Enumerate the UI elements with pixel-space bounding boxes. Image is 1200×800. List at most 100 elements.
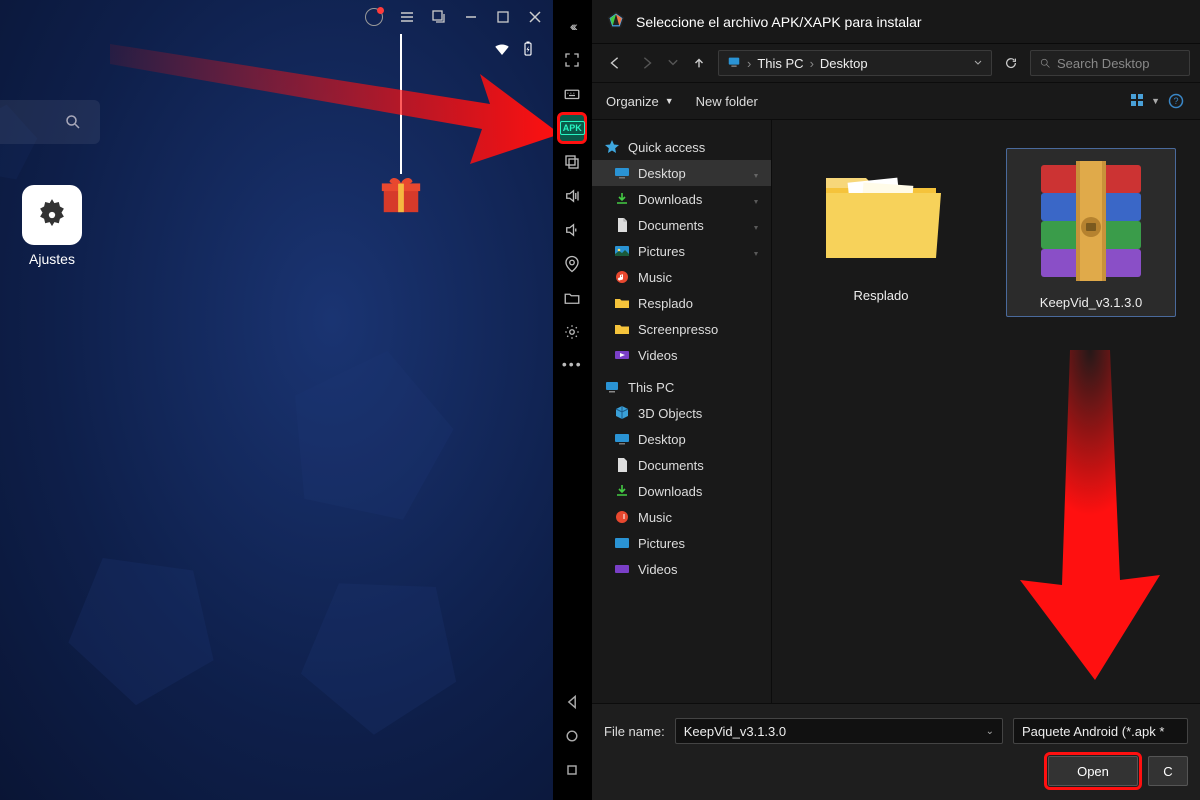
tree-quick-access[interactable]: Quick access	[592, 134, 771, 160]
document-icon	[614, 457, 630, 473]
svg-text:?: ?	[1173, 96, 1178, 106]
pin-icon	[751, 246, 761, 256]
music-icon	[614, 269, 630, 285]
breadcrumb-item[interactable]: Desktop	[820, 56, 868, 71]
emulator-pane: Ajustes	[0, 0, 553, 800]
file-archive[interactable]: KeepVid_v3.1.3.0	[1006, 148, 1176, 317]
search-input[interactable]: Search Desktop	[1030, 50, 1190, 76]
folder-icon	[614, 295, 630, 311]
screenshot-icon[interactable]	[431, 9, 447, 25]
emulator-titlebar	[355, 0, 553, 34]
multi-instance-button[interactable]	[557, 146, 587, 178]
gps-button[interactable]	[557, 248, 587, 280]
close-icon[interactable]	[527, 9, 543, 25]
pin-icon	[751, 194, 761, 204]
volume-up-button[interactable]	[557, 180, 587, 212]
tree-pictures[interactable]: Pictures	[592, 238, 771, 264]
organize-menu[interactable]: Organize▼	[606, 94, 674, 109]
tree-folder[interactable]: Resplado	[592, 290, 771, 316]
gift-hanger	[400, 34, 402, 174]
tree-documents2[interactable]: Documents	[592, 452, 771, 478]
back-button[interactable]	[564, 694, 580, 710]
filename-input[interactable]: KeepVid_v3.1.3.0⌄	[675, 718, 1003, 744]
collapse-panel-button[interactable]: ‹‹‹	[557, 10, 587, 42]
filename-label: File name:	[604, 724, 665, 739]
search-icon	[1039, 57, 1051, 69]
open-button[interactable]: Open	[1048, 756, 1138, 786]
video-icon	[614, 561, 630, 577]
battery-icon	[519, 40, 537, 58]
video-icon	[614, 347, 630, 363]
help-button[interactable]: ?	[1166, 91, 1186, 111]
dialog-titlebar: Seleccione el archivo APK/XAPK para inst…	[592, 0, 1200, 44]
nav-history-dropdown[interactable]	[666, 50, 680, 76]
breadcrumb-dropdown[interactable]	[973, 58, 983, 68]
file-list[interactable]: Resplado KeepVid_v3.1.3.0	[772, 120, 1200, 703]
tree-videos[interactable]: Videos	[592, 342, 771, 368]
tree-desktop2[interactable]: Desktop	[592, 426, 771, 452]
picture-icon	[614, 535, 630, 551]
app-label: Ajustes	[22, 251, 82, 267]
filetype-filter[interactable]: Paquete Android (*.apk *	[1013, 718, 1188, 744]
recents-button[interactable]	[564, 762, 580, 778]
download-icon	[614, 483, 630, 499]
tree-music2[interactable]: Music	[592, 504, 771, 530]
folder-thumb	[816, 148, 946, 278]
tree-videos2[interactable]: Videos	[592, 556, 771, 582]
home-button[interactable]	[564, 728, 580, 744]
emulator-settings-button[interactable]	[557, 316, 587, 348]
pin-icon	[751, 220, 761, 230]
nav-back-button[interactable]	[602, 50, 628, 76]
tree-desktop[interactable]: Desktop	[592, 160, 771, 186]
hamburger-icon[interactable]	[399, 9, 415, 25]
shared-folder-button[interactable]	[557, 282, 587, 314]
new-folder-button[interactable]: New folder	[696, 94, 758, 109]
pc-icon	[727, 55, 741, 72]
pc-icon	[604, 379, 620, 395]
tree-documents[interactable]: Documents	[592, 212, 771, 238]
nav-forward-button[interactable]	[634, 50, 660, 76]
dialog-navbar: › This PC › Desktop Search Desktop	[592, 44, 1200, 83]
settings-app[interactable]: Ajustes	[22, 185, 82, 267]
annotation-arrow	[1000, 350, 1180, 680]
desktop-icon	[614, 431, 630, 447]
breadcrumb-item[interactable]: This PC	[757, 56, 803, 71]
nav-up-button[interactable]	[686, 50, 712, 76]
tree-this-pc[interactable]: This PC	[592, 374, 771, 400]
desktop-icon	[614, 165, 630, 181]
tree-folder[interactable]: Screenpresso	[592, 316, 771, 342]
wallpaper-shape	[263, 323, 478, 541]
picture-icon	[614, 243, 630, 259]
gift-icon[interactable]	[378, 170, 424, 221]
android-statusbar	[493, 40, 537, 58]
tree-downloads2[interactable]: Downloads	[592, 478, 771, 504]
breadcrumb[interactable]: › This PC › Desktop	[718, 50, 992, 76]
file-open-dialog: Seleccione el archivo APK/XAPK para inst…	[592, 0, 1200, 800]
tree-pictures2[interactable]: Pictures	[592, 530, 771, 556]
refresh-button[interactable]	[998, 50, 1024, 76]
more-tools-button[interactable]: •••	[562, 356, 583, 372]
star-icon	[604, 139, 620, 155]
volume-down-button[interactable]	[557, 214, 587, 246]
keymap-button[interactable]	[557, 78, 587, 110]
maximize-icon[interactable]	[495, 9, 511, 25]
install-apk-button[interactable]: APK	[557, 112, 587, 144]
annotation-arrow	[110, 34, 553, 164]
tree-music[interactable]: Music	[592, 264, 771, 290]
pin-icon	[751, 168, 761, 178]
profile-icon[interactable]	[365, 8, 383, 26]
tree-3d-objects[interactable]: 3D Objects	[592, 400, 771, 426]
dialog-toolbar: Organize▼ New folder ▼ ?	[592, 83, 1200, 120]
view-options-button[interactable]	[1129, 92, 1145, 111]
cube-icon	[614, 405, 630, 421]
minimize-icon[interactable]	[463, 9, 479, 25]
cancel-button[interactable]: C	[1148, 756, 1188, 786]
search-launcher[interactable]	[0, 100, 100, 144]
dialog-logo-icon	[606, 10, 626, 33]
wallpaper-shape	[29, 511, 250, 734]
file-folder[interactable]: Resplado	[796, 148, 966, 303]
fullscreen-button[interactable]	[557, 44, 587, 76]
tree-downloads[interactable]: Downloads	[592, 186, 771, 212]
document-icon	[614, 217, 630, 233]
emulator-side-toolbar: ‹‹‹ APK •••	[553, 0, 592, 800]
